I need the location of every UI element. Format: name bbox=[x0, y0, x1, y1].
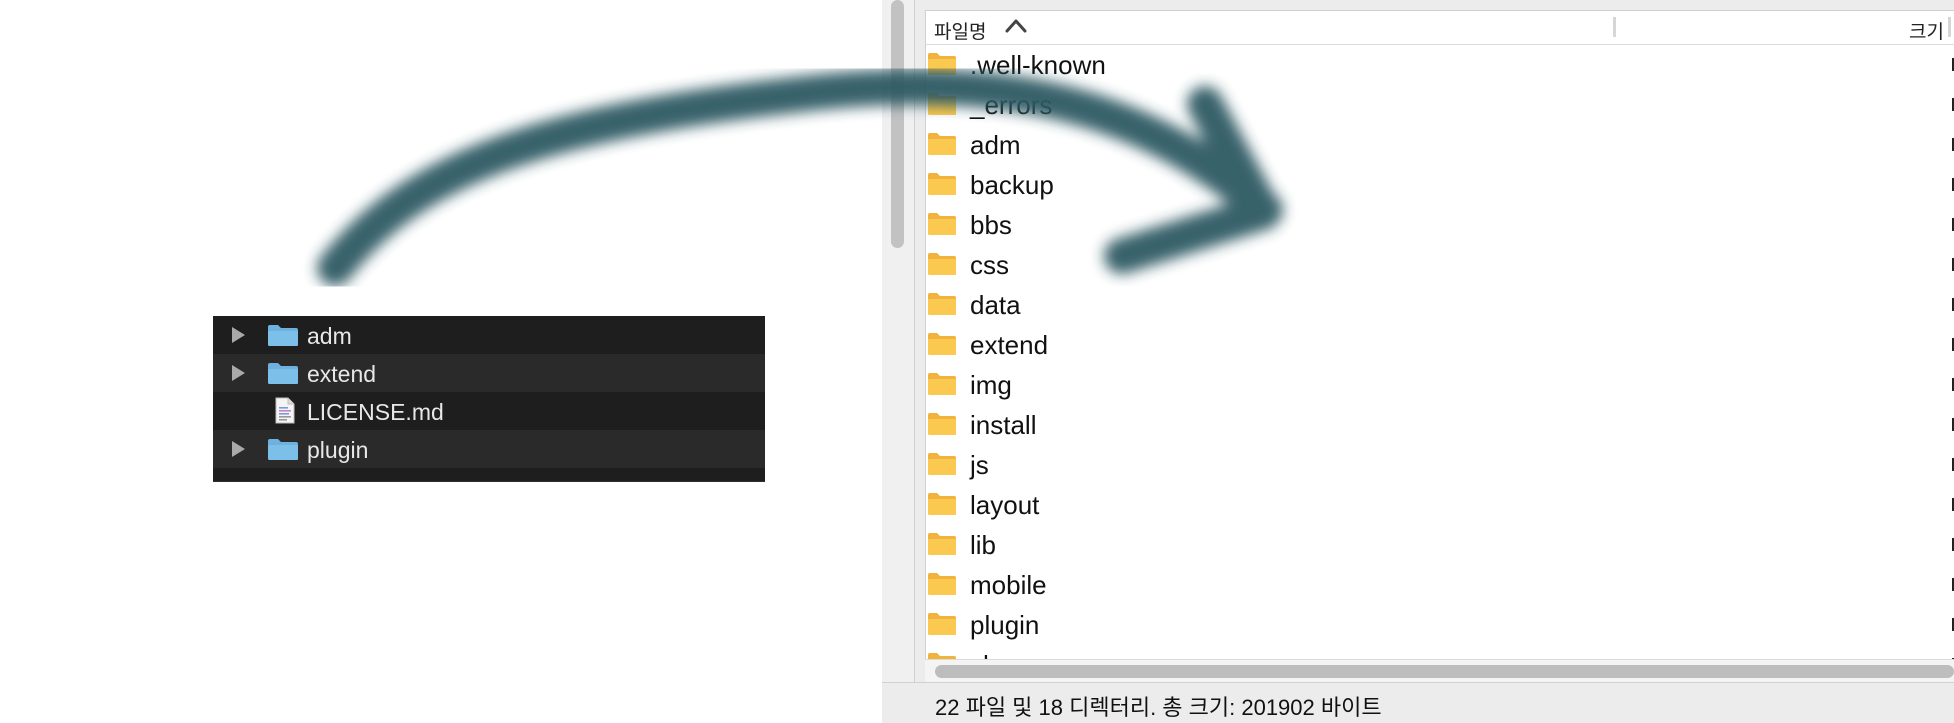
file-name: .well-known bbox=[970, 50, 1106, 80]
folder-icon bbox=[268, 325, 298, 346]
file-name: _errors bbox=[970, 90, 1053, 120]
list-item[interactable]: backup bbox=[926, 165, 1954, 205]
scroll-thumb[interactable] bbox=[891, 0, 904, 248]
disclosure-triangle-icon[interactable] bbox=[232, 441, 245, 457]
file-name: css bbox=[970, 250, 1009, 280]
disclosure-triangle-icon[interactable] bbox=[232, 365, 245, 381]
folder-icon bbox=[928, 413, 956, 435]
column-divider[interactable] bbox=[1613, 17, 1616, 37]
folder-icon bbox=[928, 293, 956, 315]
status-text: 22 파일 및 18 디렉터리. 총 크기: 201902 바이트 bbox=[935, 695, 1382, 720]
list-item[interactable]: img bbox=[926, 365, 1954, 405]
file-name: install bbox=[970, 410, 1037, 440]
folder-icon bbox=[268, 363, 298, 384]
disclosure-triangle-icon[interactable] bbox=[232, 327, 245, 343]
scroll-thumb[interactable] bbox=[935, 665, 1954, 678]
list-item[interactable]: lib bbox=[926, 525, 1954, 565]
folder-icon bbox=[268, 439, 298, 460]
file-name: bbs bbox=[970, 210, 1012, 240]
folder-icon bbox=[928, 493, 956, 515]
folder-icon bbox=[928, 173, 956, 195]
tree-row-extend[interactable]: extend bbox=[213, 354, 765, 392]
folder-icon bbox=[928, 93, 956, 115]
list-item[interactable]: plugin bbox=[926, 605, 1954, 645]
file-name: js bbox=[970, 450, 989, 480]
list-header: 파일명 크기 bbox=[926, 11, 1954, 45]
sort-ascending-icon[interactable] bbox=[1003, 16, 1029, 36]
list-item[interactable]: css bbox=[926, 245, 1954, 285]
folder-icon bbox=[928, 373, 956, 395]
file-rows: .well-known _errors adm backup bbs css d… bbox=[926, 45, 1954, 661]
tree-row-label: adm bbox=[307, 323, 352, 349]
vertical-scrollbar[interactable] bbox=[882, 0, 915, 682]
file-name: img bbox=[970, 370, 1012, 400]
file-name: layout bbox=[970, 490, 1040, 520]
status-bar: 22 파일 및 18 디렉터리. 총 크기: 201902 바이트 bbox=[882, 682, 1954, 723]
list-item[interactable]: adm bbox=[926, 125, 1954, 165]
folder-icon bbox=[928, 53, 956, 75]
list-item[interactable]: install bbox=[926, 405, 1954, 445]
column-header-name[interactable]: 파일명 bbox=[934, 17, 986, 44]
folder-icon bbox=[928, 253, 956, 275]
folder-icon bbox=[928, 213, 956, 235]
tree-row-plugin[interactable]: plugin bbox=[213, 430, 765, 468]
horizontal-scrollbar[interactable] bbox=[925, 659, 1954, 683]
tree-row-label: LICENSE.md bbox=[307, 399, 444, 425]
folder-icon bbox=[928, 333, 956, 355]
folder-icon bbox=[928, 533, 956, 555]
file-name: mobile bbox=[970, 570, 1047, 600]
file-name: extend bbox=[970, 330, 1049, 360]
file-name: data bbox=[970, 290, 1021, 320]
list-item[interactable]: _errors bbox=[926, 85, 1954, 125]
list-item[interactable]: mobile bbox=[926, 565, 1954, 605]
folder-icon bbox=[928, 453, 956, 475]
file-name: backup bbox=[970, 170, 1054, 200]
file-name: adm bbox=[970, 130, 1021, 160]
file-name: lib bbox=[970, 530, 997, 560]
folder-icon bbox=[928, 133, 956, 155]
document-icon bbox=[275, 397, 295, 424]
tree-row-adm[interactable]: adm bbox=[213, 316, 765, 354]
list-item[interactable]: js bbox=[926, 445, 1954, 485]
file-name: plugin bbox=[970, 610, 1040, 640]
list-item[interactable]: .well-known bbox=[926, 45, 1954, 85]
tree-row-label: plugin bbox=[307, 437, 369, 463]
tree-row-label: extend bbox=[307, 361, 377, 387]
list-item[interactable]: extend bbox=[926, 325, 1954, 365]
column-divider[interactable] bbox=[1948, 17, 1951, 37]
folder-icon bbox=[928, 613, 956, 635]
column-header-size[interactable]: 크기 bbox=[1909, 17, 1944, 44]
finder-tree: adm extend LICENSE.md plugin bbox=[213, 316, 765, 482]
folder-icon bbox=[928, 573, 956, 595]
list-item[interactable]: data bbox=[926, 285, 1954, 325]
tree-row-license[interactable]: LICENSE.md bbox=[213, 392, 765, 430]
list-item[interactable]: bbs bbox=[926, 205, 1954, 245]
list-item[interactable]: layout bbox=[926, 485, 1954, 525]
file-list: 파일명 크기 .well-known _errors adm backup bb… bbox=[925, 10, 1954, 661]
